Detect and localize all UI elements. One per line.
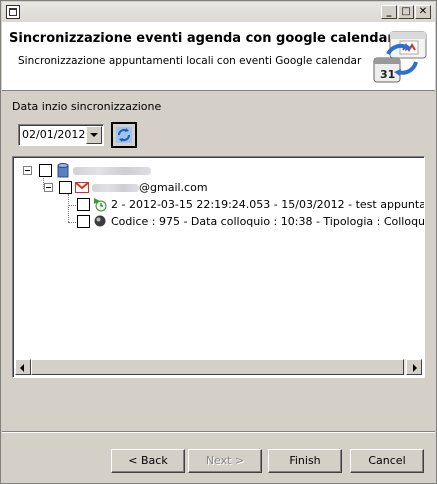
event-label: Codice : 975 - Data colloquio : 10:38 - … <box>111 215 425 228</box>
calendar-sync-icon: 31 <box>373 31 427 83</box>
next-button[interactable]: Next > <box>188 449 262 473</box>
page-subtitle: Sincronizzazione appuntamenti locali con… <box>18 55 362 67</box>
title-bar: _ □ ✕ <box>2 2 435 23</box>
collapse-icon[interactable] <box>44 183 53 192</box>
calendar-day: 31 <box>380 68 395 81</box>
gmail-icon <box>75 182 89 193</box>
close-button[interactable]: ✕ <box>415 5 431 19</box>
horizontal-scrollbar[interactable] <box>15 359 422 375</box>
chevron-down-icon[interactable] <box>86 126 102 144</box>
database-icon <box>57 163 69 178</box>
account-checkbox[interactable] <box>59 181 72 194</box>
event-checkbox[interactable] <box>77 215 90 228</box>
redacted-text <box>73 167 151 175</box>
wizard-header: Sincronizzazione eventi agenda con googl… <box>2 22 435 91</box>
arrow-left-icon <box>20 364 24 372</box>
event-icon <box>94 215 106 227</box>
cancel-button[interactable]: Cancel <box>350 449 424 473</box>
event-checkbox[interactable] <box>77 198 90 211</box>
footer-divider <box>2 431 435 433</box>
date-label: Data inzio sincronizzazione <box>12 100 162 113</box>
scroll-right-button[interactable] <box>406 359 422 375</box>
tree-node-event[interactable]: 2 - 2012-03-15 22:19:24.053 - 15/03/2012… <box>13 197 424 213</box>
start-date-value: 02/01/2012 <box>22 128 86 141</box>
collapse-icon[interactable] <box>23 166 32 175</box>
tree-node-event[interactable]: Codice : 975 - Data colloquio : 10:38 - … <box>13 214 425 230</box>
tree-node-account[interactable]: @gmail.com <box>13 180 413 196</box>
back-button[interactable]: < Back <box>111 449 185 473</box>
event-sync-icon <box>94 198 107 212</box>
sync-tree[interactable]: @gmail.com 2 - 2012-03-15 22:19:24.053 -… <box>12 156 425 378</box>
page-title: Sincronizzazione eventi agenda con googl… <box>9 31 394 46</box>
tree-node-root[interactable] <box>13 163 413 179</box>
start-date-combobox[interactable]: 02/01/2012 <box>18 124 104 146</box>
redacted-text <box>92 184 139 192</box>
refresh-button[interactable] <box>111 122 137 148</box>
root-checkbox[interactable] <box>39 164 52 177</box>
minimize-button[interactable]: _ <box>381 5 397 19</box>
refresh-icon <box>116 127 132 143</box>
account-label: @gmail.com <box>139 181 208 194</box>
maximize-button[interactable]: □ <box>398 5 414 19</box>
scroll-left-button[interactable] <box>15 359 31 375</box>
finish-button[interactable]: Finish <box>268 449 342 473</box>
app-icon <box>6 5 20 19</box>
wizard-window: _ □ ✕ Sincronizzazione eventi agenda con… <box>0 0 437 484</box>
scroll-thumb[interactable] <box>31 359 404 375</box>
event-label: 2 - 2012-03-15 22:19:24.053 - 15/03/2012… <box>111 198 424 211</box>
arrow-right-icon <box>413 364 417 372</box>
